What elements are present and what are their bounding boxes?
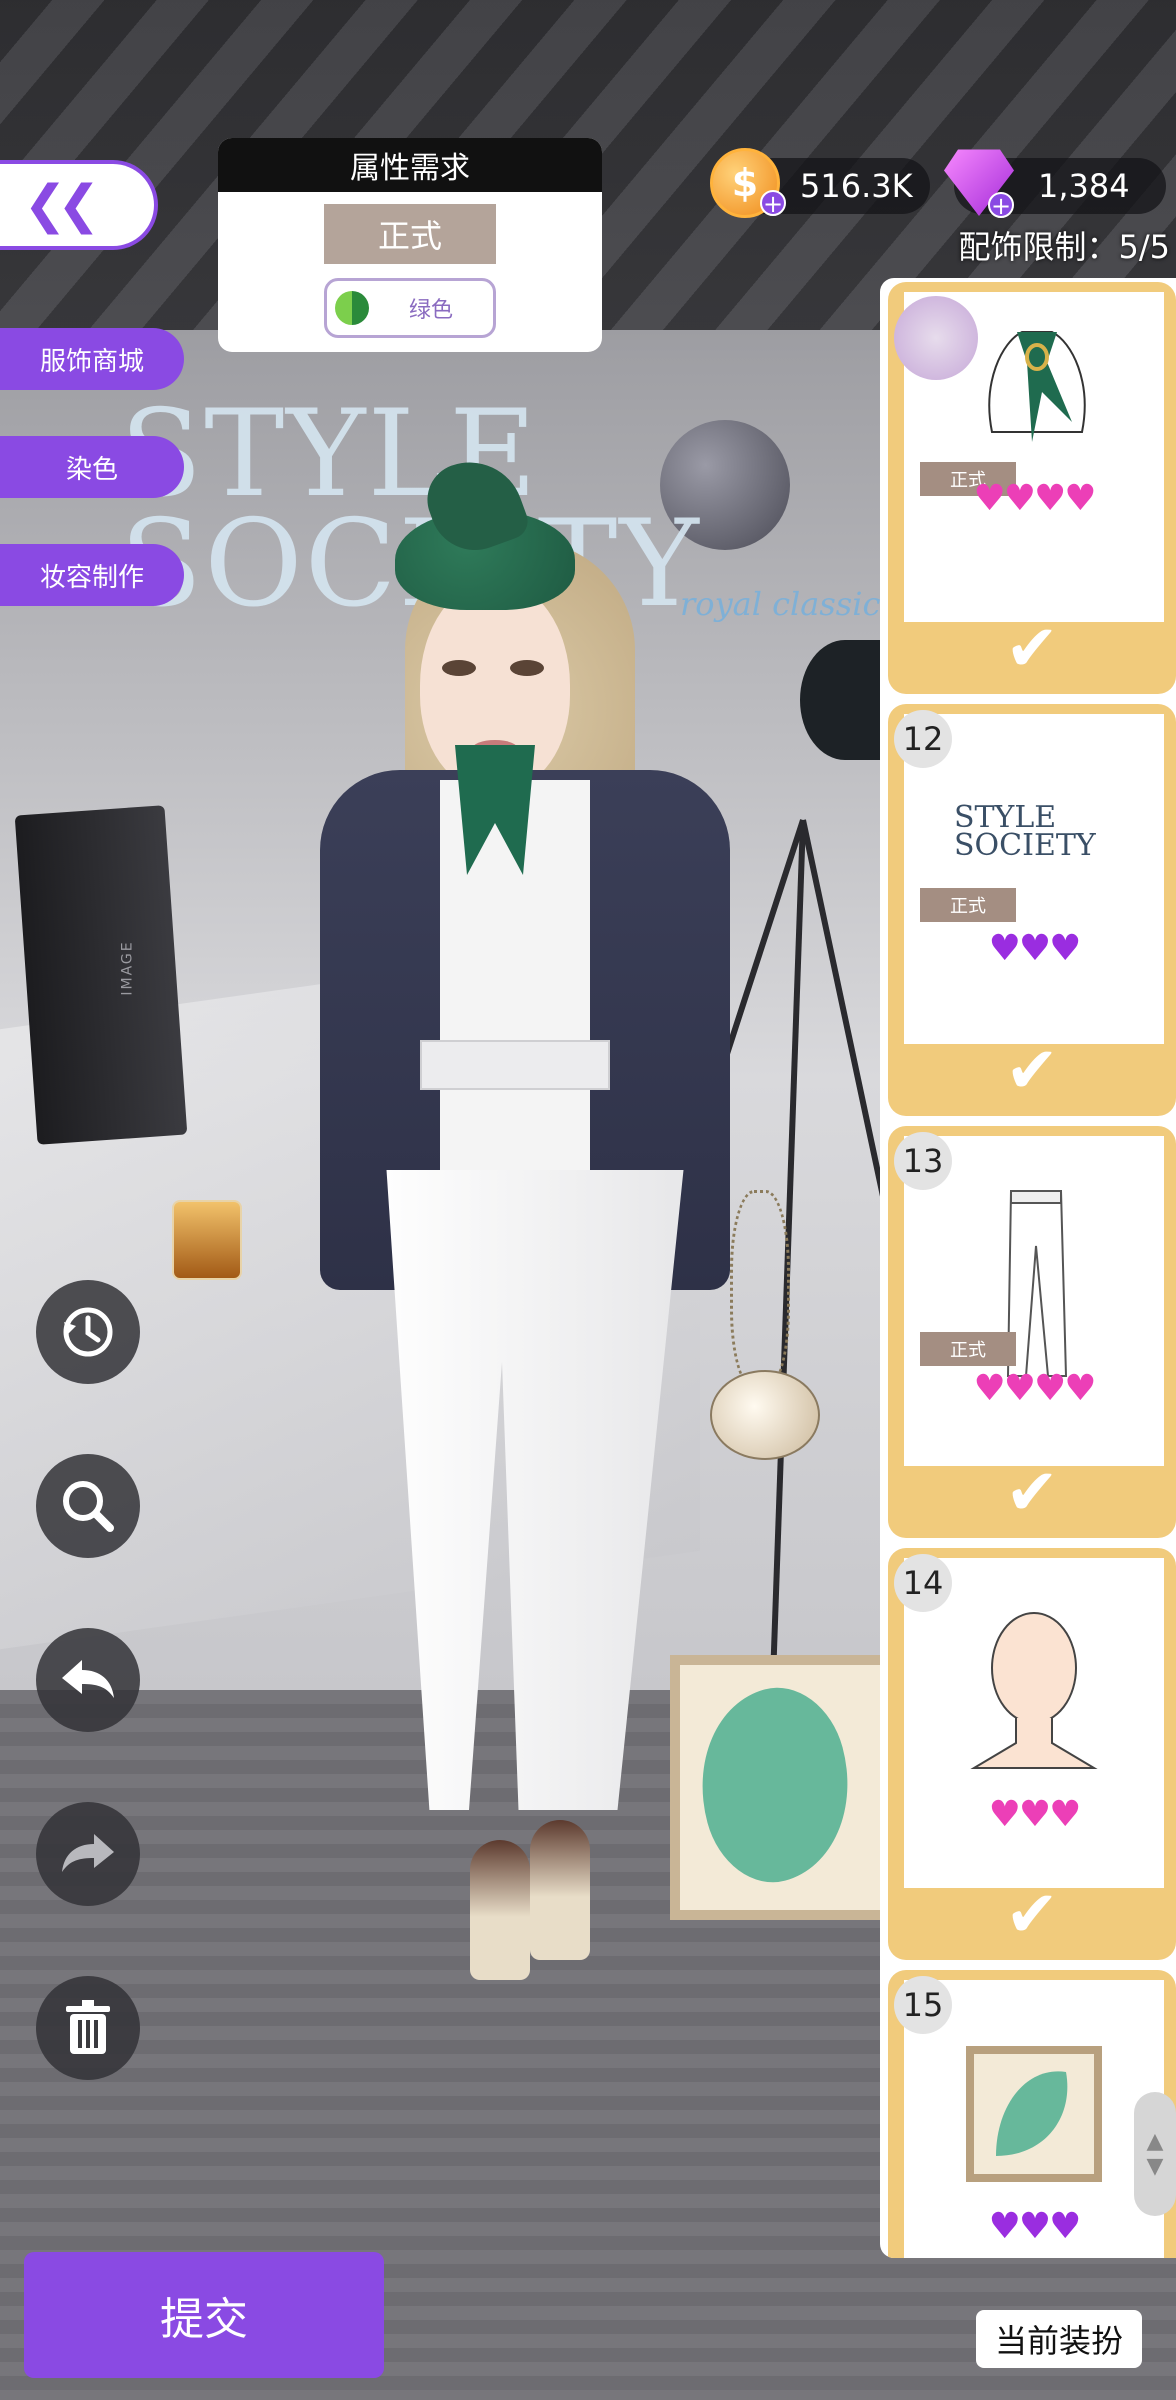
head-makeup-icon	[970, 1612, 1098, 1769]
item-preview: 正式 ♥♥♥♥	[904, 1136, 1164, 1466]
clock-history-icon	[63, 1307, 113, 1357]
gem-balance[interactable]: + 1,384	[944, 149, 1166, 218]
item-rating-hearts: ♥♥♥	[988, 2206, 1082, 2247]
item-rating-hearts: ♥♥♥♥	[973, 478, 1096, 519]
style-requirement-tag: 正式	[324, 204, 496, 264]
back-button[interactable]: ❮❮	[0, 160, 158, 250]
selected-check-icon: ✔	[1005, 1456, 1059, 1530]
attribute-requirement-panel: 属性需求 正式 绿色	[218, 138, 602, 352]
white-trousers	[386, 1170, 684, 1810]
selected-check-icon: ✔	[1005, 1878, 1059, 1952]
bag-chain	[730, 1190, 790, 1390]
item-card[interactable]: 正式 ♥♥♥♥ ✔	[888, 282, 1176, 694]
scroll-up-icon: ▲	[1146, 2129, 1164, 2154]
add-coins-icon[interactable]: +	[760, 190, 786, 216]
selected-check-icon: ✔	[1005, 1034, 1059, 1108]
clothing-shop-button[interactable]: 服饰商城	[0, 328, 184, 390]
green-color-swatch-icon	[335, 291, 369, 325]
delete-button[interactable]	[36, 1976, 140, 2080]
shell-clutch-bag	[710, 1370, 820, 1460]
item-list-panel[interactable]: 正式 ♥♥♥♥ ✔ STYLE SOCIETY 正式 ♥♥♥ 12 ✔ 正式 ♥…	[880, 278, 1176, 2258]
zoom-button[interactable]	[36, 1454, 140, 1558]
white-belt	[420, 1040, 610, 1090]
color-requirement: 绿色	[324, 278, 496, 338]
item-number: 12	[894, 710, 952, 768]
character-eye	[510, 660, 544, 676]
double-chevron-left-icon: ❮❮	[23, 175, 100, 235]
redo-arrow-icon	[62, 1834, 114, 1872]
selected-check-icon: ✔	[1005, 612, 1059, 686]
item-style-tag: 正式	[920, 888, 1016, 922]
undo-arrow-icon	[62, 1660, 114, 1698]
item-rating-hearts: ♥♥♥♥	[973, 1368, 1096, 1409]
history-button[interactable]	[36, 1280, 140, 1384]
scarf-icon	[988, 331, 1086, 442]
heeled-shoe	[530, 1820, 590, 1960]
item-number: 15	[894, 1976, 952, 2034]
submit-button[interactable]: 提交	[24, 2252, 384, 2378]
makeup-button[interactable]: 妆容制作	[0, 544, 184, 606]
dressed-character[interactable]	[150, 440, 820, 2060]
whiskey-glass	[172, 1200, 242, 1280]
item-preview: ♥♥♥	[904, 1558, 1164, 1888]
coin-balance[interactable]: $ + 516.3K	[710, 148, 930, 218]
undo-button[interactable]	[36, 1628, 140, 1732]
item-preview: STYLE SOCIETY 正式 ♥♥♥	[904, 714, 1164, 1044]
item-number: 13	[894, 1132, 952, 1190]
accessory-limit: 配饰限制：5/5	[958, 228, 1170, 266]
scroll-down-icon: ▼	[1146, 2154, 1164, 2179]
color-requirement-label: 绿色	[408, 298, 453, 323]
item-card[interactable]: 正式 ♥♥♥♥ 13 ✔	[888, 1126, 1176, 1538]
item-rating-hearts: ♥♥♥	[988, 928, 1082, 969]
softbox-label: IMAGE	[119, 940, 136, 996]
coin-amount: 516.3K	[800, 167, 913, 205]
current-outfit-button[interactable]: 当前装扮	[976, 2310, 1142, 2368]
item-card[interactable]: ♥♥♥ 15	[888, 1970, 1176, 2258]
list-scroll-handle[interactable]: ▲ ▼	[1134, 2092, 1176, 2216]
studio-reflector	[800, 640, 890, 760]
item-card[interactable]: ♥♥♥ 14 ✔	[888, 1548, 1176, 1960]
leaf-frame-icon	[966, 2046, 1102, 2182]
dye-button[interactable]: 染色	[0, 436, 184, 498]
magnifier-icon	[63, 1481, 114, 1532]
add-gems-icon[interactable]: +	[988, 192, 1014, 218]
item-card[interactable]: STYLE SOCIETY 正式 ♥♥♥ 12 ✔	[888, 704, 1176, 1116]
gem-amount: 1,384	[1038, 167, 1130, 205]
redo-button[interactable]	[36, 1802, 140, 1906]
item-number: 14	[894, 1554, 952, 1612]
item-style-tag: 正式	[920, 1332, 1016, 1366]
palette-dye-icon[interactable]	[894, 296, 978, 380]
style-society-backdrop-icon: STYLE SOCIETY	[954, 800, 1096, 863]
item-rating-hearts: ♥♥♥	[988, 1794, 1082, 1835]
character-eye	[442, 660, 476, 676]
heeled-shoe	[470, 1840, 530, 1980]
attribute-panel-title: 属性需求	[218, 138, 602, 192]
trash-icon	[66, 2000, 110, 2054]
